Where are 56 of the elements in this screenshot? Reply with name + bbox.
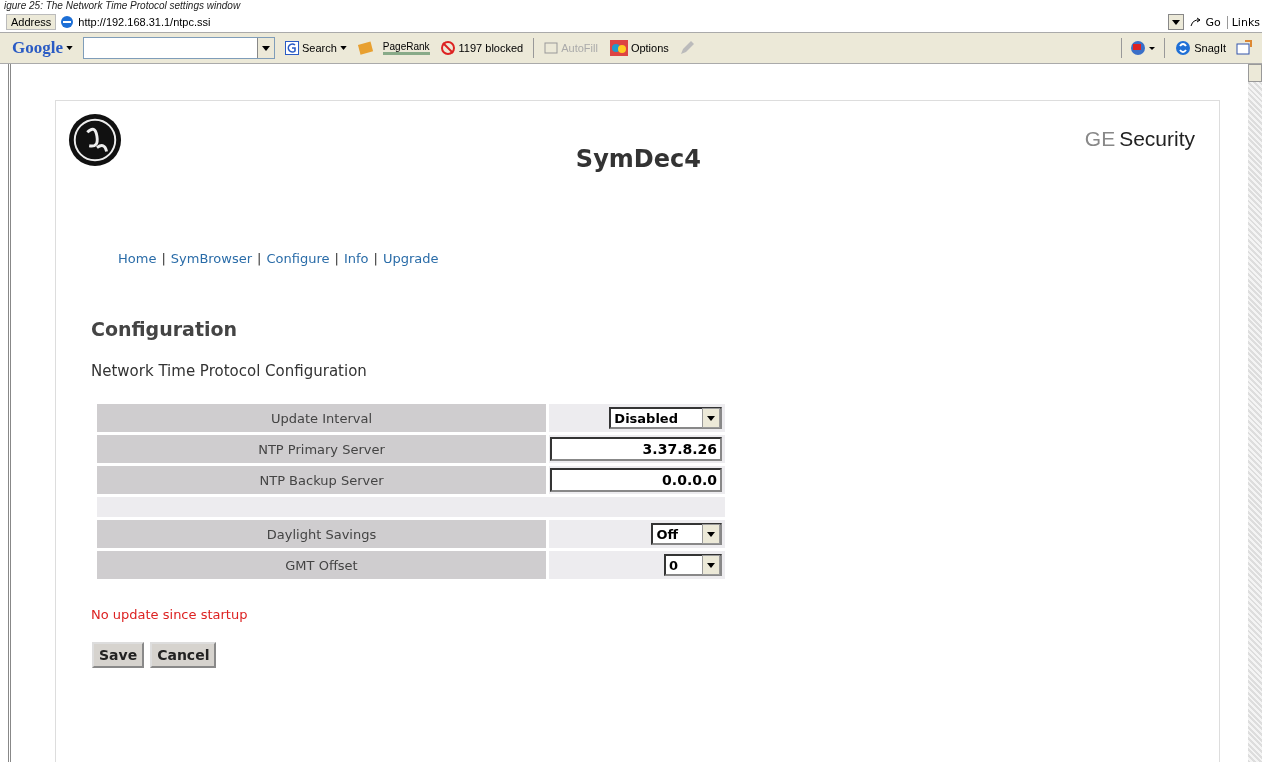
options-button[interactable]: Options [607, 40, 671, 56]
nav-separator: | [373, 251, 378, 266]
search-field[interactable] [83, 37, 275, 59]
nav-separator: | [161, 251, 166, 266]
figure-caption: igure 25: The Network Time Protocol settings window [3, 0, 241, 12]
brand-logo: GE Security [1084, 127, 1195, 151]
curved-arrow-icon [1190, 17, 1203, 27]
dropdown[interactable]: 0 [663, 554, 722, 576]
dropdown[interactable]: Off [651, 523, 722, 545]
google-logo[interactable]: Google [10, 38, 75, 58]
nav-link[interactable]: Home [118, 251, 157, 266]
nav-separator: | [334, 251, 339, 266]
form-button[interactable]: Save [92, 642, 145, 668]
nav-link[interactable]: Upgrade [382, 251, 439, 266]
swirl-icon [1175, 40, 1192, 56]
caret-icon [339, 46, 347, 50]
field-label: NTP Primary Server [97, 435, 546, 463]
address-label: Address [6, 14, 57, 30]
dropdown[interactable]: Disabled [609, 407, 722, 429]
snagit-button[interactable]: SnagIt [1173, 40, 1228, 56]
text-field[interactable]: 0.0.0.0 [550, 468, 722, 492]
caret-icon [707, 562, 715, 568]
search-button[interactable]: Search [283, 41, 349, 55]
caret-icon [707, 531, 715, 537]
address-field[interactable]: http://192.168.31.1/ntpc.ssi [60, 15, 1165, 29]
caret-icon [1172, 19, 1181, 25]
text-field[interactable]: 3.37.8.26 [550, 437, 722, 461]
section-heading: Configuration [91, 318, 239, 340]
scrollbar[interactable] [1248, 64, 1262, 762]
dropdown-button[interactable] [1168, 14, 1185, 30]
nav-link[interactable]: Info [343, 251, 369, 266]
caret-icon [66, 46, 73, 50]
blocked-icon [439, 40, 456, 56]
status-message: No update since startup [91, 607, 249, 622]
caret-icon [707, 415, 715, 421]
nav-link[interactable]: SymBrowser [170, 251, 253, 266]
options-icon [609, 40, 628, 56]
search-engine-icon [285, 41, 299, 55]
pencil-icon[interactable] [678, 40, 695, 56]
field-label: Daylight Savings [97, 520, 546, 548]
popup-blocker-button[interactable]: 1197 blocked [437, 40, 526, 56]
field-label: Update Interval [97, 404, 546, 432]
capture-icon[interactable] [1236, 40, 1252, 56]
links-button[interactable]: Links [1226, 15, 1262, 29]
nav-separator: | [257, 251, 262, 266]
caret-icon [262, 45, 270, 51]
field-label: GMT Offset [97, 551, 546, 579]
form-icon [544, 41, 559, 55]
form-button[interactable]: Cancel [150, 642, 217, 668]
section-subheading: Network Time Protocol Configuration [91, 362, 368, 380]
page-title: SymDec4 [574, 145, 702, 173]
pagerank-meter: PageRank [382, 41, 430, 55]
field-label: NTP Backup Server [97, 466, 546, 494]
ge-logo [68, 113, 122, 167]
nav-link[interactable]: Configure [266, 251, 330, 266]
go-button[interactable]: Go [1188, 15, 1223, 29]
